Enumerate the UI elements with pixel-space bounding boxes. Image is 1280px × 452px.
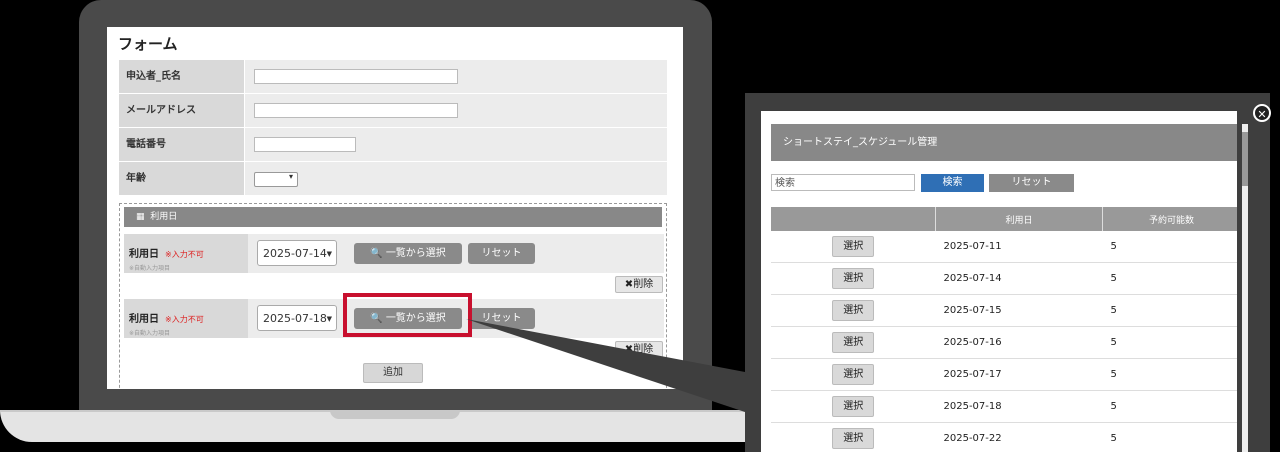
select-button[interactable]: 選択 xyxy=(832,236,875,257)
select-button[interactable]: 選択 xyxy=(832,268,875,289)
select-button[interactable]: 選択 xyxy=(832,396,875,417)
table-row: 選択 2025-07-15 5 xyxy=(771,294,1237,327)
close-icon[interactable]: ✕ xyxy=(1253,104,1271,122)
column-header xyxy=(771,207,936,231)
search-input[interactable]: 検索 xyxy=(771,174,915,191)
table-row: 選択 2025-07-17 5 xyxy=(771,358,1237,391)
select-button[interactable]: 選択 xyxy=(832,332,875,353)
schedule-table: 利用日 予約可能数 選択 2025-07-11 5 選択 2025-07-14 5 選択… xyxy=(771,207,1237,452)
modal-reset-button[interactable]: リセット xyxy=(989,174,1074,192)
scrollbar-thumb[interactable] xyxy=(1242,132,1248,186)
select-button[interactable]: 選択 xyxy=(832,364,875,385)
select-button[interactable]: 選択 xyxy=(832,300,875,321)
modal-content: ショートステイ_スケジュール管理 検索 検索 リセット 利用日 予約可能数 選択… xyxy=(761,111,1237,452)
table-row: 選択 2025-07-18 5 xyxy=(771,390,1237,423)
search-button[interactable]: 検索 xyxy=(921,174,984,192)
table-row: 選択 2025-07-11 5 xyxy=(771,231,1237,263)
scrollbar[interactable] xyxy=(1242,124,1248,452)
column-header: 予約可能数 xyxy=(1102,207,1237,231)
column-header: 利用日 xyxy=(935,207,1103,231)
table-row: 選択 2025-07-16 5 xyxy=(771,326,1237,359)
table-row: 選択 2025-07-14 5 xyxy=(771,262,1237,295)
select-button[interactable]: 選択 xyxy=(832,428,875,449)
modal-title: ショートステイ_スケジュール管理 xyxy=(771,124,1237,161)
schedule-modal: ショートステイ_スケジュール管理 検索 検索 リセット 利用日 予約可能数 選択… xyxy=(745,93,1270,452)
table-row: 選択 2025-07-22 5 xyxy=(771,422,1237,452)
